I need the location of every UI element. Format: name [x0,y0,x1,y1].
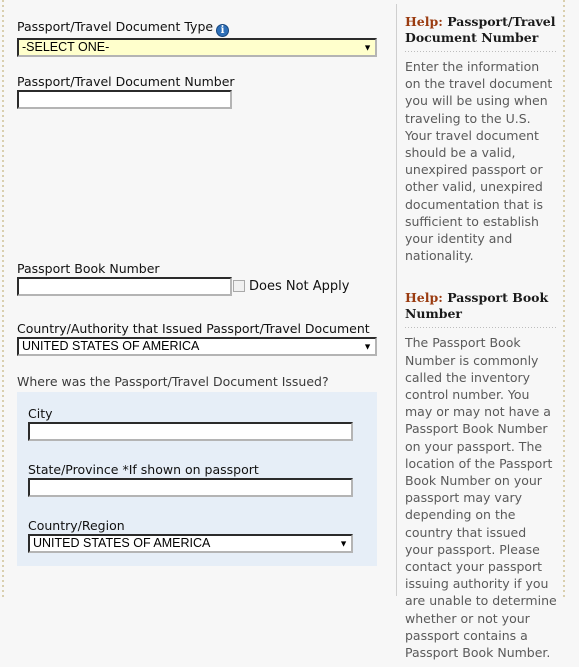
help-keyword: Help: [405,290,443,306]
state-label: State/Province *If shown on passport [28,462,259,477]
help-body-book-number: The Passport Book Number is commonly cal… [405,335,557,661]
state-input[interactable] [28,478,353,497]
help-block-book-number: Help: Passport Book Number The Passport … [405,270,557,661]
info-icon[interactable]: i [216,24,230,37]
city-input[interactable] [28,422,353,441]
field-issuing-country: Country/Authority that Issued Passport/T… [17,321,377,356]
field-issued-city: City [28,406,353,441]
issued-section-heading: Where was the Passport/Travel Document I… [17,374,329,389]
page-root: Passport/Travel Document Type i -SELECT O… [0,0,579,660]
issued-location-panel: City State/Province *If shown on passpor… [17,392,377,566]
help-keyword: Help: [405,14,443,29]
city-label: City [28,406,53,421]
chevron-down-icon: ▼ [363,341,372,351]
document-type-select[interactable]: -SELECT ONE- ▼ [17,38,377,57]
issued-country-select[interactable]: UNITED STATES OF AMERICA ▼ [28,534,353,553]
chevron-down-icon: ▼ [363,42,372,52]
issuing-country-select-value: UNITED STATES OF AMERICA [22,339,200,353]
help-title-document-number: Help: Passport/Travel Document Number [405,14,557,46]
book-number-input[interactable] [17,277,232,296]
issued-country-select-value: UNITED STATES OF AMERICA [33,536,211,550]
field-document-number: Passport/Travel Document Number [17,74,235,109]
help-divider [405,51,557,52]
page-right-dotted-edge [563,0,565,600]
field-issued-country: Country/Region UNITED STATES OF AMERICA … [28,518,353,553]
document-number-label: Passport/Travel Document Number [17,74,235,89]
document-type-label-text: Passport/Travel Document Type [17,19,214,34]
column-divider [396,4,397,596]
document-type-select-value: -SELECT ONE- [22,40,110,54]
issued-country-label: Country/Region [28,518,125,533]
help-title-book-number: Help: Passport Book Number [405,290,557,322]
field-issued-state: State/Province *If shown on passport [28,462,353,497]
document-type-label: Passport/Travel Document Type i [17,19,377,37]
passport-form: Passport/Travel Document Type i -SELECT O… [0,0,396,600]
book-number-label: Passport Book Number [17,261,160,276]
does-not-apply-label: Does Not Apply [249,279,350,294]
help-panel: Help: Passport/Travel Document Number En… [405,0,557,667]
field-book-number: Passport Book Number [17,261,232,296]
document-number-input[interactable] [17,90,232,109]
issuing-country-select[interactable]: UNITED STATES OF AMERICA ▼ [17,337,377,356]
help-body-document-number: Enter the information on the travel docu… [405,59,553,264]
book-number-does-not-apply[interactable]: Does Not Apply [233,279,349,294]
chevron-down-icon: ▼ [339,538,348,548]
field-document-type: Passport/Travel Document Type i -SELECT O… [17,19,377,57]
help-divider [405,327,557,329]
does-not-apply-checkbox[interactable] [233,280,245,292]
issuing-country-label: Country/Authority that Issued Passport/T… [17,321,370,336]
help-block-document-number: Help: Passport/Travel Document Number En… [405,0,557,264]
